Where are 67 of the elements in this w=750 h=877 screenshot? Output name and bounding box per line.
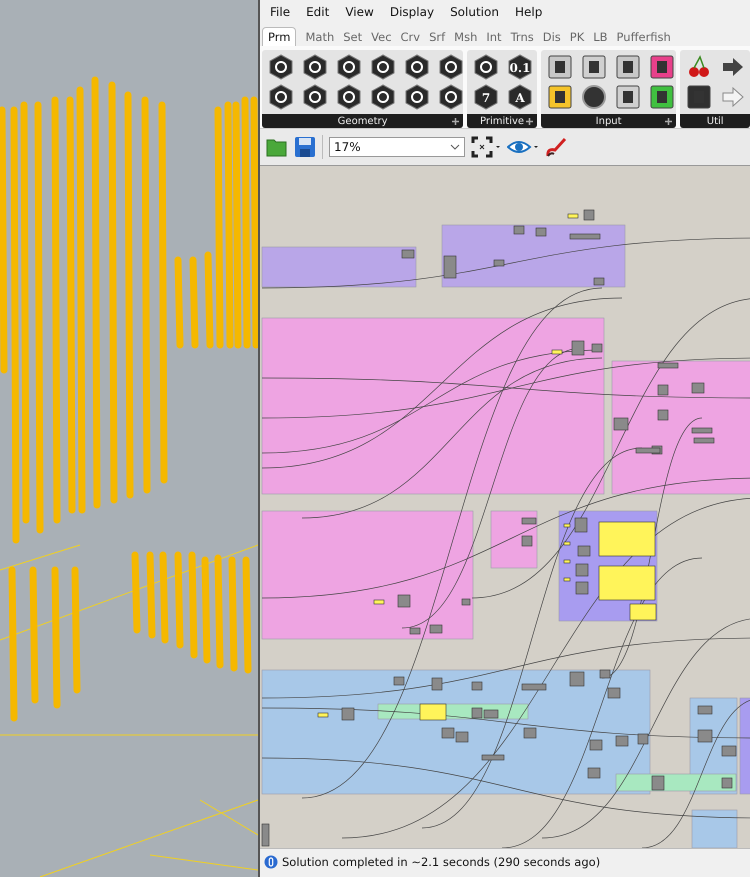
- tab[interactable]: Prm: [262, 27, 296, 46]
- panel-title: Primitive: [480, 116, 524, 126]
- hexagon-icon[interactable]: [268, 84, 294, 110]
- node-group[interactable]: [490, 510, 538, 568]
- hexagon-icon[interactable]: [404, 54, 430, 80]
- panel-title: Util: [706, 116, 724, 126]
- tab[interactable]: PK: [570, 28, 584, 46]
- expand-icon[interactable]: [452, 118, 460, 125]
- hexagon-icon[interactable]: [438, 84, 464, 110]
- node-group[interactable]: [262, 318, 604, 494]
- menu-item[interactable]: Solution: [450, 5, 499, 19]
- tile-icon[interactable]: [686, 84, 712, 110]
- menu-item[interactable]: Edit: [306, 5, 330, 19]
- arrow-icon[interactable]: [720, 84, 746, 110]
- zoom-dropdown[interactable]: 17%: [329, 137, 465, 157]
- node-group[interactable]: [442, 224, 626, 288]
- dial-icon[interactable]: [580, 84, 607, 110]
- save-icon[interactable]: [294, 136, 316, 158]
- hexagon-icon[interactable]: [302, 84, 328, 110]
- node-group[interactable]: [740, 698, 750, 794]
- expand-icon[interactable]: [526, 118, 533, 125]
- hexagon-icon[interactable]: [336, 84, 362, 110]
- tab[interactable]: LB: [593, 28, 608, 46]
- menu-item[interactable]: View: [345, 5, 374, 19]
- node-group[interactable]: [262, 246, 416, 288]
- hexagon-icon[interactable]: [473, 54, 500, 80]
- zoom-extents-icon[interactable]: [471, 136, 501, 158]
- hexagon-icon[interactable]: [336, 54, 362, 80]
- status-text: Solution completed in ~2.1 seconds (290 seconds ago): [282, 855, 600, 869]
- tile-icon[interactable]: [580, 54, 607, 80]
- panel-title: Geometry: [338, 116, 388, 126]
- hexagon-icon[interactable]: [302, 54, 328, 80]
- tab[interactable]: Int: [486, 28, 502, 46]
- hexagon-icon[interactable]: [438, 54, 464, 80]
- folder-icon[interactable]: [266, 137, 288, 157]
- expand-icon[interactable]: [665, 118, 672, 125]
- tile-icon[interactable]: [546, 84, 573, 110]
- tab[interactable]: Trns: [510, 28, 534, 46]
- hexagon-icon[interactable]: [268, 54, 294, 80]
- tab[interactable]: Set: [343, 28, 362, 46]
- tab[interactable]: Srf: [429, 28, 446, 46]
- tile-icon[interactable]: [614, 54, 641, 80]
- hexagon-icon[interactable]: [404, 84, 430, 110]
- hexagon-icon[interactable]: [370, 54, 396, 80]
- tab[interactable]: Dis: [542, 28, 561, 46]
- hexagon-icon[interactable]: [370, 84, 396, 110]
- tab[interactable]: Msh: [454, 28, 478, 46]
- menu-item[interactable]: Help: [514, 5, 542, 19]
- tile-icon[interactable]: [614, 84, 641, 110]
- hexagon-icon[interactable]: 7: [473, 84, 500, 110]
- pen-icon[interactable]: [545, 136, 567, 158]
- tile-icon[interactable]: [546, 54, 573, 80]
- node-group[interactable]: [262, 510, 474, 640]
- hexagon-icon[interactable]: 0.1: [507, 54, 534, 80]
- hexagon-icon[interactable]: A: [507, 84, 534, 110]
- tile-icon[interactable]: [648, 84, 675, 110]
- panel-title: Input: [596, 116, 622, 126]
- node-group[interactable]: [612, 360, 750, 494]
- tab[interactable]: Crv: [400, 28, 420, 46]
- tab[interactable]: Math: [305, 28, 334, 46]
- tab[interactable]: Pufferfish: [616, 28, 671, 46]
- menu-item[interactable]: Display: [390, 5, 434, 19]
- caret-icon[interactable]: [450, 144, 460, 150]
- menu-item[interactable]: File: [270, 5, 290, 19]
- tab[interactable]: Vec: [371, 28, 392, 46]
- tile-icon[interactable]: [648, 54, 675, 80]
- info-icon: [264, 855, 278, 869]
